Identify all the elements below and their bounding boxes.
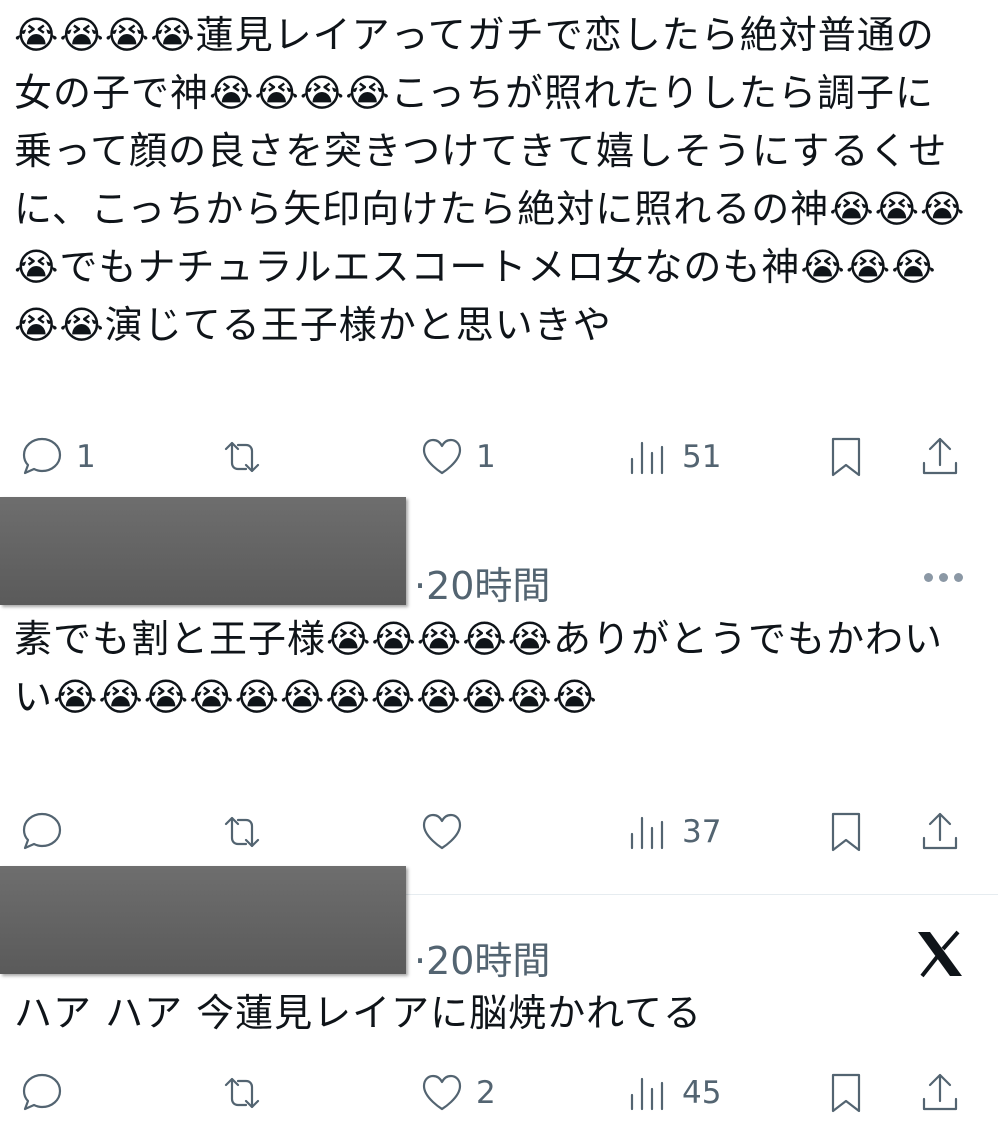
reply-button[interactable] xyxy=(18,1063,66,1123)
views-button[interactable]: 51 xyxy=(624,427,721,487)
reply-icon xyxy=(22,812,62,850)
tweet-3-actions: 2 45 xyxy=(0,1063,998,1123)
share-icon xyxy=(922,1073,958,1111)
views-icon xyxy=(630,441,664,475)
tweet-1-actions: 1 1 51 xyxy=(0,427,998,487)
retweet-icon xyxy=(224,816,260,848)
reply-icon xyxy=(22,1073,62,1111)
share-button[interactable] xyxy=(916,802,964,862)
view-count: 51 xyxy=(682,439,722,475)
retweet-icon xyxy=(224,441,260,473)
share-icon xyxy=(922,812,958,850)
tweet-2-text: 素でも割と王子様😭😭😭😭😭ありがとうでもかわいい😭😭😭😭😭😭😭😭😭😭😭😭 xyxy=(14,617,944,719)
tweet-1-text: 😭😭😭😭蓮見レイアってガチで恋したら絶対普通の女の子で神😭😭😭😭こっちが照れたり… xyxy=(14,13,966,347)
views-icon xyxy=(630,816,664,850)
tweet-2-actions: 37 xyxy=(0,802,998,862)
views-button[interactable]: 45 xyxy=(624,1063,721,1123)
view-count: 37 xyxy=(682,814,722,850)
like-count: 2 xyxy=(476,1075,496,1111)
retweet-button[interactable] xyxy=(218,1063,266,1123)
retweet-button[interactable] xyxy=(218,802,266,862)
reply-button[interactable]: 1 xyxy=(18,427,96,487)
retweet-button[interactable] xyxy=(218,427,266,487)
more-icon[interactable] xyxy=(924,573,964,583)
like-icon xyxy=(422,438,462,475)
tweet-3-text: ハア ハア 今蓮見レイアに脳焼かれてる xyxy=(14,991,703,1035)
like-button[interactable]: 2 xyxy=(418,1063,496,1123)
bookmark-button[interactable] xyxy=(822,427,870,487)
view-count: 45 xyxy=(682,1075,722,1111)
tweet-2-timestamp: ·20時間 xyxy=(414,564,551,608)
like-icon xyxy=(422,813,462,850)
like-icon xyxy=(422,1074,462,1111)
share-button[interactable] xyxy=(916,427,964,487)
redacted-user-info xyxy=(0,497,406,605)
bookmark-icon xyxy=(831,812,861,852)
like-button[interactable]: 1 xyxy=(418,427,496,487)
bookmark-button[interactable] xyxy=(822,802,870,862)
share-icon xyxy=(922,437,958,475)
reply-icon xyxy=(22,437,62,475)
redacted-user-info xyxy=(0,866,406,974)
like-count: 1 xyxy=(476,439,496,475)
reply-button[interactable] xyxy=(18,802,76,862)
retweet-icon xyxy=(224,1077,260,1109)
bookmark-icon xyxy=(831,437,861,477)
share-button[interactable] xyxy=(916,1063,964,1123)
x-logo-icon xyxy=(918,930,962,978)
views-button[interactable]: 37 xyxy=(624,802,721,862)
views-icon xyxy=(630,1077,664,1111)
like-button[interactable] xyxy=(418,802,466,862)
divider xyxy=(406,894,998,895)
reply-count: 1 xyxy=(76,439,96,475)
tweet-3-timestamp: ·20時間 xyxy=(414,939,551,983)
bookmark-button[interactable] xyxy=(822,1063,870,1123)
bookmark-icon xyxy=(831,1073,861,1113)
